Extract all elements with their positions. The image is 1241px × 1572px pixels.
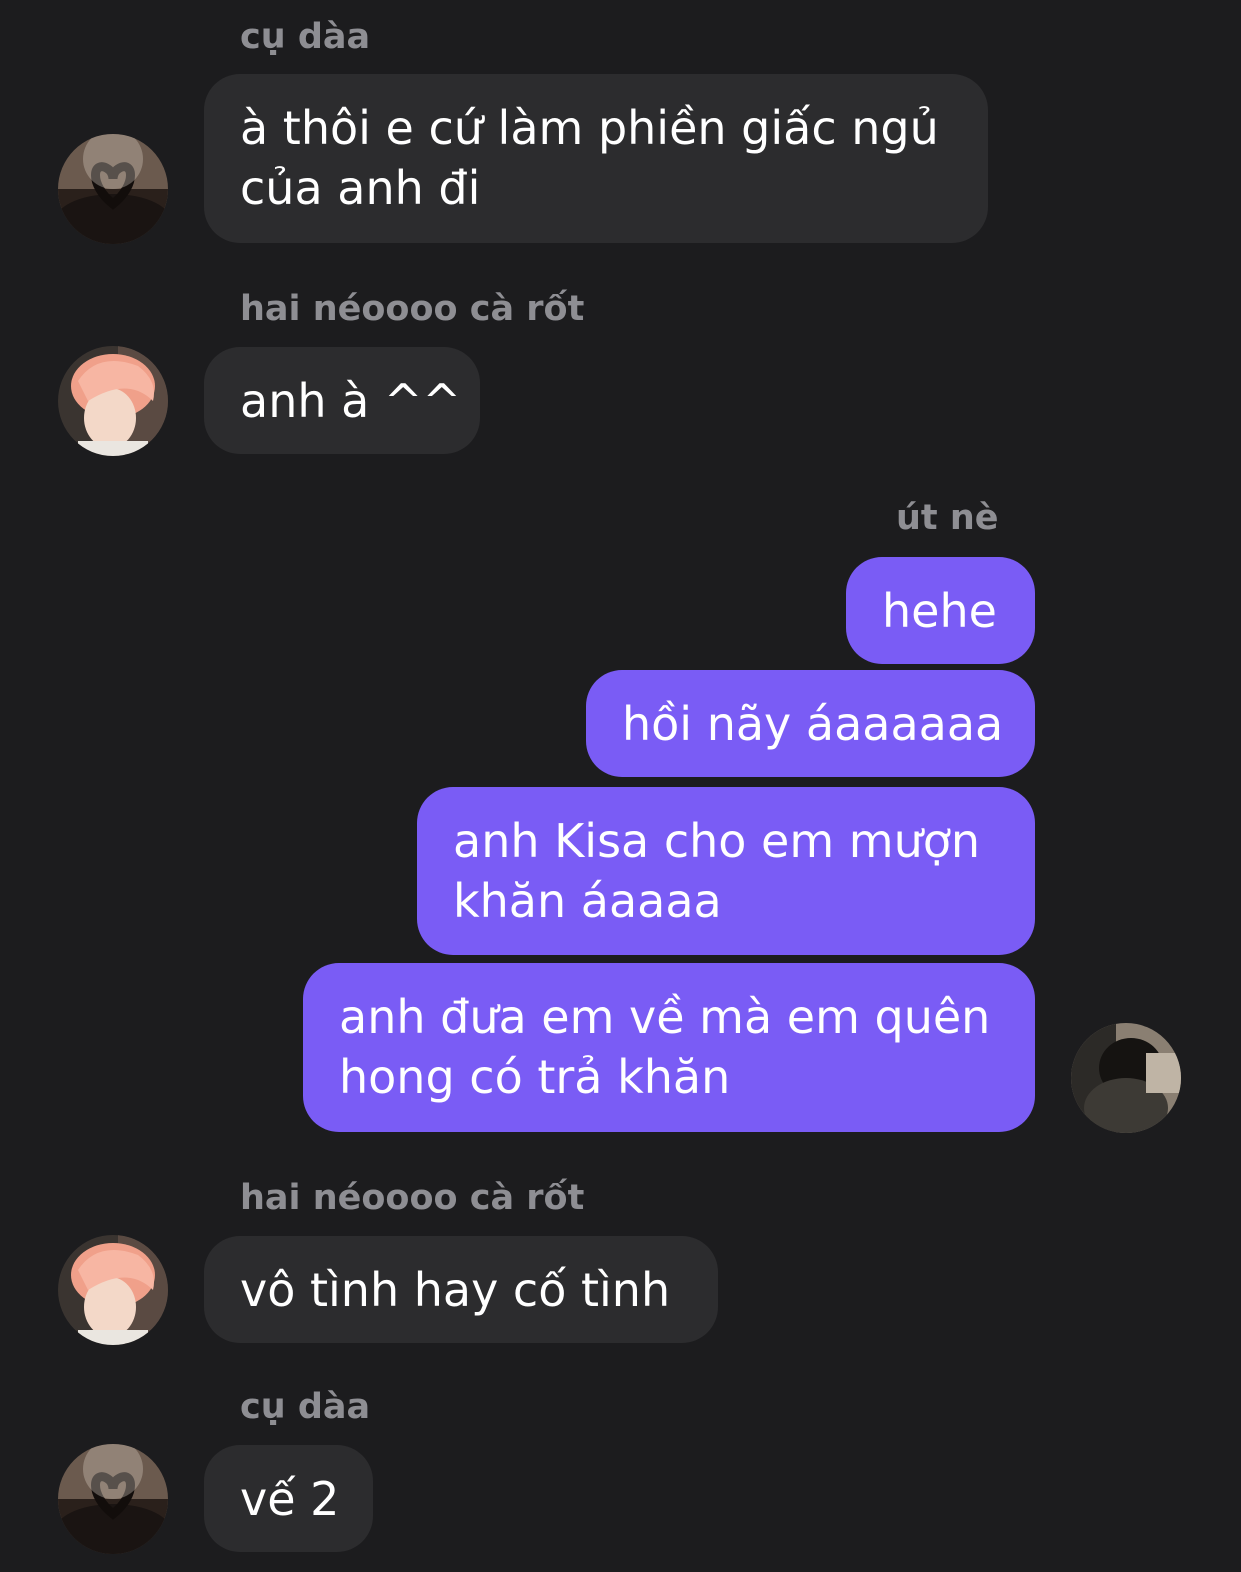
- message-text: vô tình hay cố tình: [240, 1263, 671, 1317]
- chat-thread[interactable]: cụ dàa à thôi e cứ làm phiền giấc ngủ củ…: [0, 0, 1241, 1572]
- heart-hair-avatar[interactable]: [58, 134, 168, 244]
- message-text: hồi nãy áaaaaaa: [622, 697, 1004, 751]
- sender-name: út nè: [896, 498, 999, 538]
- message-bubble[interactable]: anh à ^^: [204, 347, 480, 454]
- message-bubble[interactable]: vô tình hay cố tình: [204, 1236, 718, 1343]
- message-text: anh đưa em về mà em quên: [339, 990, 991, 1044]
- message-bubble[interactable]: anh đưa em về mà em quên hong có trả khă…: [303, 963, 1035, 1132]
- message-bubble[interactable]: à thôi e cứ làm phiền giấc ngủ của anh đ…: [204, 74, 988, 243]
- pink-hair-avatar[interactable]: [58, 346, 168, 456]
- message-text: hehe: [882, 584, 997, 638]
- message-text: của anh đi: [240, 161, 481, 215]
- message-bubble[interactable]: hồi nãy áaaaaaa: [586, 670, 1035, 777]
- dark-photo-avatar[interactable]: [1071, 1023, 1181, 1133]
- message-text: anh Kisa cho em mượn: [453, 814, 981, 868]
- sender-name: cụ dàa: [240, 17, 371, 57]
- message-text: anh à ^^: [240, 374, 462, 428]
- message-bubble[interactable]: anh Kisa cho em mượn khăn áaaaa: [417, 787, 1035, 955]
- message-bubble[interactable]: vế 2: [204, 1445, 373, 1552]
- heart-hair-avatar[interactable]: [58, 1444, 168, 1554]
- message-text: à thôi e cứ làm phiền giấc ngủ: [240, 101, 939, 155]
- pink-hair-avatar[interactable]: [58, 1235, 168, 1345]
- sender-name: cụ dàa: [240, 1387, 371, 1427]
- message-text: khăn áaaaa: [453, 874, 722, 928]
- message-text: hong có trả khăn: [339, 1050, 731, 1104]
- sender-name: hai néoooo cà rốt: [240, 289, 585, 329]
- sender-name: hai néoooo cà rốt: [240, 1178, 585, 1218]
- message-text: vế 2: [240, 1472, 340, 1526]
- message-bubble[interactable]: hehe: [846, 557, 1035, 664]
